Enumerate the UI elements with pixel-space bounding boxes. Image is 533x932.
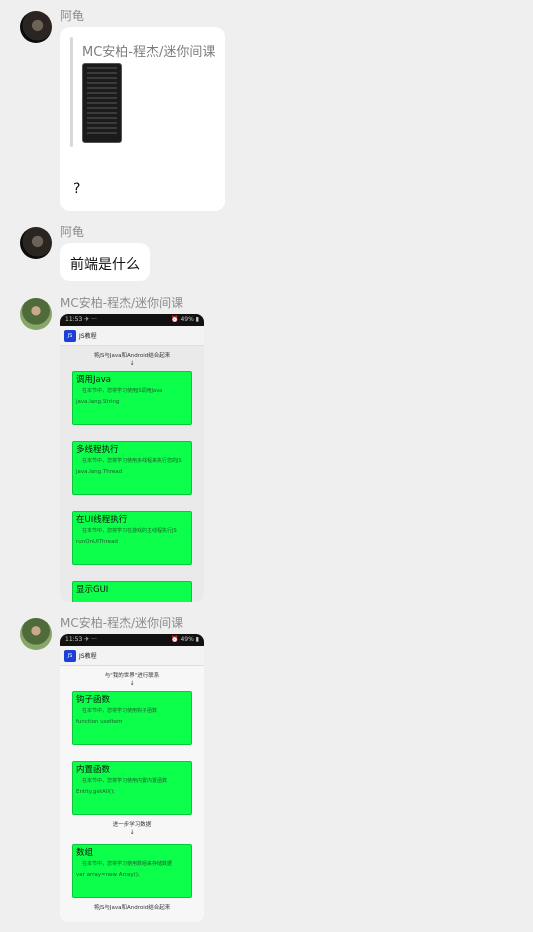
avatar[interactable] (20, 11, 52, 43)
card-code: Entity.getAll(); (76, 789, 116, 795)
card-desc: 在本节中，您将学习使用钩子函数 (82, 708, 158, 714)
app-titlebar: JS JS教程 (60, 646, 204, 666)
down-arrow-icon: ↓ (129, 360, 135, 367)
quoted-image-thumbnail[interactable] (82, 63, 122, 143)
card-code: java.lang.String (76, 399, 120, 405)
message-text: 前端是什么 (70, 257, 140, 273)
card-title: 在UI线程执行 (76, 515, 128, 525)
card-title: 多线程执行 (76, 445, 119, 455)
lesson-card: 内置函数 在本节中，您将学习使用内置内置函数 Entity.getAll(); (72, 761, 192, 815)
down-arrow-icon: ↓ (129, 829, 135, 836)
sender-name: 阿龟 (60, 9, 85, 23)
sender-name: MC安柏-程杰/迷你间课 (60, 296, 184, 310)
card-code: function useItem (76, 719, 123, 725)
card-title: 显示GUI (76, 585, 109, 595)
app-title: JS教程 (79, 333, 97, 340)
down-arrow-icon: ↓ (129, 680, 135, 687)
status-left: 11:53 ✈ ··· (65, 316, 97, 323)
message-text: ? (73, 181, 81, 197)
lesson-card: 数组 在本节中，您将学习使用数组来存储数据 var array=new Arra… (72, 844, 192, 898)
image-message[interactable]: 11:53 ✈ ··· ⏰ 49% ▮ JS JS教程 与"我的世界"进行联系 … (60, 634, 204, 922)
sender-name: 阿龟 (60, 225, 85, 239)
js-app-icon: JS (64, 649, 76, 662)
app-titlebar: JS JS教程 (60, 326, 204, 346)
card-desc: 在本节中，您将学习使用多线程来执行您的JS (82, 458, 182, 464)
lesson-card: 钩子函数 在本节中，您将学习使用钩子函数 function useItem (72, 691, 192, 745)
avatar[interactable] (20, 298, 52, 330)
lesson-card: 多线程执行 在本节中，您将学习使用多线程来执行您的JS java.lang.Th… (72, 441, 192, 495)
card-code: java.lang.Thread (76, 469, 123, 475)
phone-status-bar: 11:53 ✈ ··· ⏰ 49% ▮ (60, 314, 204, 326)
quote-bar (70, 37, 73, 147)
section-hint: 进一步学习数据 (112, 822, 152, 828)
lesson-card: 显示GUI (72, 581, 192, 602)
status-right: ⏰ 49% ▮ (171, 636, 199, 643)
card-desc: 在本节中，您将学习在游戏的主线程执行JS (82, 528, 177, 534)
avatar[interactable] (20, 227, 52, 259)
card-code: runOnUIThread (76, 539, 118, 545)
section-hint: 将JS与Java和Android结合起来 (93, 353, 171, 359)
lesson-card: 在UI线程执行 在本节中，您将学习在游戏的主线程执行JS runOnUIThre… (72, 511, 192, 565)
card-desc: 在本节中，您将学习使用内置内置函数 (82, 778, 168, 784)
card-title: 钩子函数 (76, 695, 111, 705)
section-hint: 将JS与Java和Android结合起来 (93, 905, 171, 911)
lesson-card: 调用Java 在本节中，您将学习使用JS调用Java java.lang.Str… (72, 371, 192, 425)
card-title: 调用Java (76, 375, 111, 385)
phone-status-bar: 11:53 ✈ ··· ⏰ 49% ▮ (60, 634, 204, 646)
image-message[interactable]: 11:53 ✈ ··· ⏰ 49% ▮ JS JS教程 将JS与Java和And… (60, 314, 204, 602)
avatar[interactable] (20, 618, 52, 650)
quote-sender: MC安柏-程杰/迷你间课 (82, 45, 216, 60)
card-title: 内置函数 (76, 765, 111, 775)
card-code: var array=new Array(); (76, 872, 140, 878)
card-title: 数组 (76, 848, 94, 858)
app-title: JS教程 (79, 653, 97, 660)
sender-name: MC安柏-程杰/迷你间课 (60, 616, 184, 630)
status-left: 11:53 ✈ ··· (65, 636, 97, 643)
js-app-icon: JS (64, 329, 76, 342)
section-hint: 与"我的世界"进行联系 (104, 673, 160, 679)
card-desc: 在本节中，您将学习使用数组来存储数据 (82, 861, 173, 867)
status-right: ⏰ 49% ▮ (171, 316, 199, 323)
card-desc: 在本节中，您将学习使用JS调用Java (82, 388, 163, 394)
